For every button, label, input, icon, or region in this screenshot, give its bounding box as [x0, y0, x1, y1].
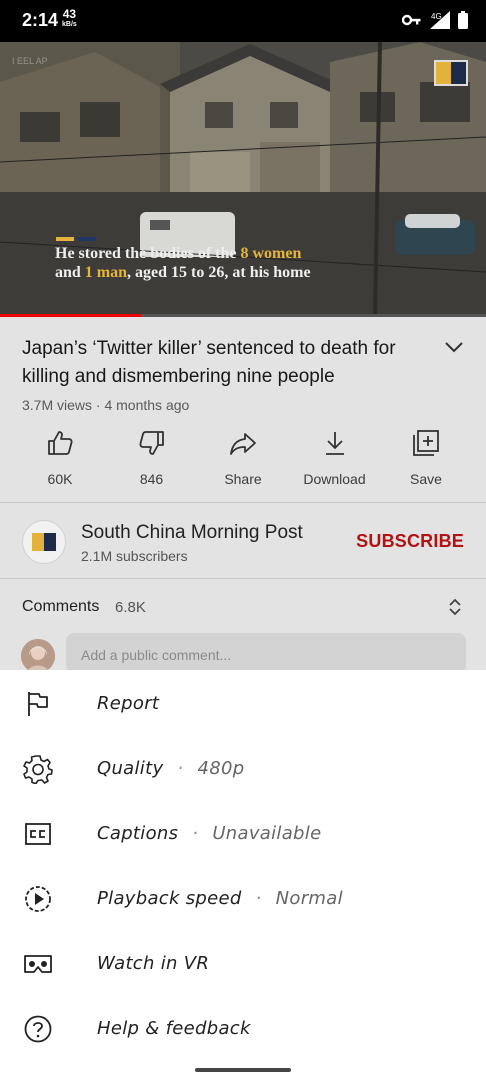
caption-text-3: , aged 15 to 26, at his home — [127, 264, 311, 281]
signal-icon: 4G — [430, 11, 450, 29]
closed-captions-icon — [22, 818, 54, 850]
channel-name[interactable]: South China Morning Post — [81, 522, 303, 544]
divider — [0, 502, 486, 503]
like-count: 60K — [47, 471, 73, 487]
flag-icon — [22, 688, 54, 720]
divider — [0, 578, 486, 579]
menu-item-quality[interactable]: Quality · 480p — [0, 736, 486, 801]
system-navigation-bar — [0, 1060, 486, 1080]
video-title[interactable]: Japan’s ‘Twitter killer’ sentenced to de… — [22, 335, 422, 391]
menu-item-playback-speed[interactable]: Playback speed · Normal — [0, 866, 486, 931]
subscriber-count: 2.1M subscribers — [81, 548, 188, 564]
menu-label-quality: Quality · 480p — [97, 758, 244, 779]
expand-collapse-icon[interactable] — [448, 597, 462, 617]
menu-item-watch-in-vr[interactable]: Watch in VR — [0, 931, 486, 996]
share-icon — [230, 433, 256, 455]
network-type: 4G — [431, 12, 442, 21]
caption-accent — [56, 237, 96, 241]
quality-value: 480p — [197, 758, 245, 779]
menu-item-captions[interactable]: Captions · Unavailable — [0, 801, 486, 866]
comment-input[interactable]: Add a public comment... — [66, 633, 466, 673]
quality-label: Quality — [97, 758, 164, 779]
comments-count: 6.8K — [115, 599, 146, 616]
video-watermark: I EEL AP — [12, 56, 48, 66]
video-caption: He stored the bodies of the 8 women and … — [55, 244, 375, 282]
status-bar: 2:14 43 kB/s 4G — [0, 0, 486, 42]
menu-label-help-feedback: Help & feedback — [97, 1018, 251, 1039]
download-icon — [325, 432, 344, 455]
thumbs-down-icon — [138, 431, 164, 455]
network-speed-unit: kB/s — [62, 21, 77, 28]
caption-text-1: He stored the bodies of the — [55, 245, 241, 262]
separator-dot: · — [177, 758, 184, 779]
options-sheet: Report Quality · 480p Captions · Unavailable — [0, 670, 486, 1060]
captions-label: Captions — [97, 823, 179, 844]
menu-item-help-feedback[interactable]: Help & feedback — [0, 996, 486, 1061]
menu-label-report: Report — [97, 693, 160, 714]
help-icon — [22, 1013, 54, 1045]
download-button[interactable]: Download — [295, 429, 375, 487]
menu-label-watch-in-vr: Watch in VR — [97, 953, 210, 974]
network-speed-value: 43 — [62, 7, 77, 21]
gear-icon — [22, 753, 54, 785]
subscribe-button[interactable]: SUBSCRIBE — [356, 531, 464, 552]
chevron-down-icon[interactable] — [444, 341, 464, 353]
speed-label: Playback speed — [97, 888, 242, 909]
like-button[interactable]: 60K — [20, 429, 100, 487]
separator-dot: · — [255, 888, 262, 909]
speed-value: Normal — [275, 888, 343, 909]
battery-icon — [458, 11, 468, 29]
caption-text-2: and — [55, 264, 85, 281]
status-icons: 4G — [402, 10, 468, 30]
video-meta: 3.7M views · 4 months ago — [22, 397, 190, 413]
save-label: Save — [410, 471, 442, 487]
video-details: Japan’s ‘Twitter killer’ sentenced to de… — [0, 317, 486, 673]
comments-label[interactable]: Comments — [22, 598, 99, 616]
menu-item-report[interactable]: Report — [0, 671, 486, 736]
share-button[interactable]: Share — [203, 429, 283, 487]
video-player[interactable]: I EEL AP He stored the bodies of the 8 w… — [0, 42, 486, 316]
separator-dot: · — [192, 823, 199, 844]
network-speed: 43 kB/s — [62, 7, 77, 29]
save-button[interactable]: Save — [386, 429, 466, 487]
thumbs-up-icon — [48, 431, 73, 455]
user-avatar — [21, 639, 55, 673]
caption-highlight-2: 1 man — [84, 264, 128, 281]
menu-label-playback-speed: Playback speed · Normal — [97, 888, 343, 909]
channel-avatar[interactable] — [22, 520, 66, 564]
caption-highlight-1: 8 women — [240, 245, 302, 262]
dislike-button[interactable]: 846 — [112, 429, 192, 487]
download-label: Download — [303, 471, 366, 487]
captions-value: Unavailable — [212, 823, 322, 844]
vr-headset-icon — [22, 948, 54, 980]
menu-label-captions: Captions · Unavailable — [97, 823, 321, 844]
home-gesture-handle[interactable] — [195, 1068, 291, 1072]
share-label: Share — [224, 471, 262, 487]
channel-watermark-logo — [434, 60, 468, 86]
playback-speed-icon — [22, 883, 54, 915]
dislike-count: 846 — [139, 471, 164, 487]
vpn-key-icon — [402, 14, 421, 26]
save-to-playlist-icon — [413, 430, 439, 456]
status-time: 2:14 — [22, 10, 59, 30]
action-row: 60K 846 Share Download Save — [20, 429, 466, 487]
